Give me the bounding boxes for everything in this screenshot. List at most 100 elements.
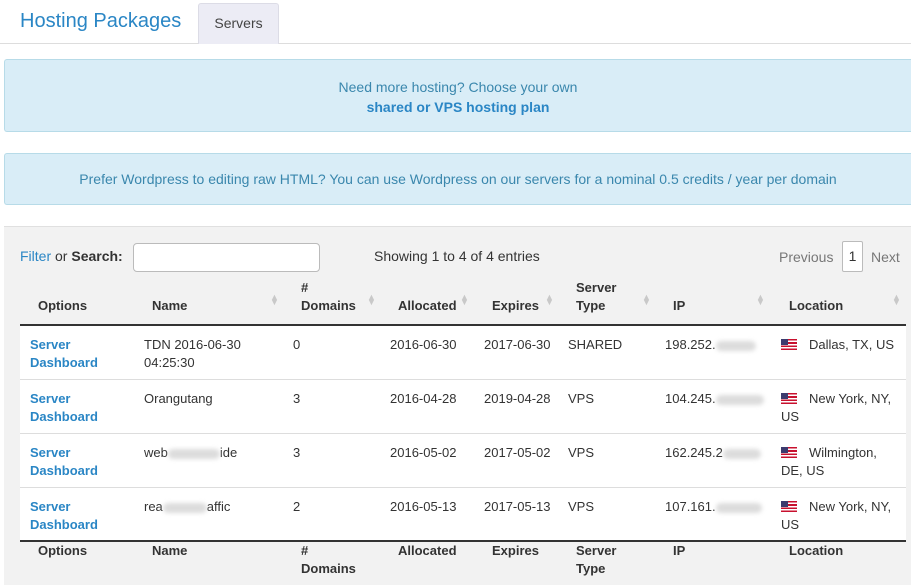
location: New York, NY, US xyxy=(781,390,906,426)
server-link-line2[interactable]: Dashboard xyxy=(30,409,98,424)
server-link-line2[interactable]: Dashboard xyxy=(30,517,98,532)
foot-col-name: Name xyxy=(152,543,188,558)
sort-icon: ▲ ▼ xyxy=(367,292,376,307)
location: New York, NY, US xyxy=(781,498,906,534)
sort-icon: ▲ ▼ xyxy=(545,292,554,307)
alert-text: Need more hosting? Choose your own xyxy=(338,79,578,95)
col-allocated[interactable]: Allocated xyxy=(398,297,457,315)
server-link-line1[interactable]: Server xyxy=(30,499,70,514)
location-line1: Wilmington, xyxy=(809,445,877,460)
hosting-plan-link[interactable]: shared or VPS hosting plan xyxy=(367,99,550,115)
pager-page-1[interactable]: 1 xyxy=(842,241,863,272)
server-dashboard-link[interactable]: Server Dashboard xyxy=(30,390,98,426)
server-dashboard-link[interactable]: Server Dashboard xyxy=(30,444,98,480)
server-name: TDN 2016-06-30 04:25:30 xyxy=(144,336,241,372)
ip-prefix: 162.245.2 xyxy=(665,445,723,460)
server-name-suffix: affic xyxy=(206,499,231,514)
allocated-date: 2016-05-13 xyxy=(390,499,457,514)
ip-address: 107.161. xyxy=(665,498,762,516)
location-line1: Dallas, TX, US xyxy=(809,337,895,352)
page-header: Hosting Packages Servers xyxy=(0,0,911,44)
foot-col-ip: IP xyxy=(673,543,686,558)
location-line2: US xyxy=(781,517,800,532)
server-type: SHARED xyxy=(568,337,623,352)
allocated-date: 2016-06-30 xyxy=(390,337,457,352)
filter-label: Filter or Search: xyxy=(20,248,123,264)
domain-count: 2 xyxy=(293,499,301,514)
server-name-line1: TDN 2016-06-30 xyxy=(144,337,241,352)
col-domains-hash[interactable]: # xyxy=(301,279,308,297)
tab-servers[interactable]: Servers xyxy=(198,3,279,44)
redacted-blur xyxy=(722,448,761,459)
sort-icon: ▲ ▼ xyxy=(460,292,469,307)
domain-count: 3 xyxy=(293,445,301,460)
us-flag-icon xyxy=(781,447,797,458)
wordpress-alert: Prefer Wordpress to editing raw HTML? Yo… xyxy=(4,153,911,205)
pager-next[interactable]: Next xyxy=(871,249,900,265)
entries-info: Showing 1 to 4 of 4 entries xyxy=(374,248,540,264)
col-server-type-1[interactable]: Server xyxy=(576,279,616,297)
server-link-line2[interactable]: Dashboard xyxy=(30,355,98,370)
col-ip[interactable]: IP xyxy=(673,297,685,315)
redacted-blur xyxy=(715,502,762,513)
server-name-prefix: rea xyxy=(144,499,163,514)
location-line1: New York, NY, xyxy=(809,499,892,514)
servers-table-body: Server Dashboard TDN 2016-06-30 04:25:30… xyxy=(20,324,906,542)
server-dashboard-link[interactable]: Server Dashboard xyxy=(30,336,98,372)
server-link-line1[interactable]: Server xyxy=(30,337,70,352)
us-flag-icon xyxy=(781,339,797,350)
foot-col-location: Location xyxy=(789,543,844,558)
servers-table-panel: Filter or Search: Showing 1 to 4 of 4 en… xyxy=(4,226,911,585)
ip-prefix: 104.245. xyxy=(665,391,716,406)
location-line2: US xyxy=(781,409,800,424)
server-link-line1[interactable]: Server xyxy=(30,445,70,460)
ip-address: 162.245.2 xyxy=(665,444,761,462)
search-label: Search: xyxy=(71,248,123,264)
col-domains[interactable]: Domains xyxy=(301,297,356,315)
ip-prefix: 107.161. xyxy=(665,499,716,514)
us-flag-icon xyxy=(781,393,797,404)
sort-icon: ▲ ▼ xyxy=(642,292,651,307)
ip-prefix: 198.252. xyxy=(665,337,716,352)
foot-col-domains: Domains xyxy=(301,561,356,576)
foot-col-server-type-1: Server xyxy=(576,543,617,558)
col-server-type[interactable]: Type xyxy=(576,297,605,315)
pager-previous[interactable]: Previous xyxy=(779,249,833,265)
foot-col-options: Options xyxy=(38,543,88,558)
domain-count: 3 xyxy=(293,391,301,406)
ip-address: 104.245. xyxy=(665,390,764,408)
col-options[interactable]: Options xyxy=(38,297,87,315)
allocated-date: 2016-05-02 xyxy=(390,445,457,460)
expires-date: 2017-06-30 xyxy=(484,337,551,352)
redacted-blur xyxy=(162,502,207,513)
redacted-blur xyxy=(167,448,220,459)
page-title: Hosting Packages xyxy=(20,10,182,32)
sort-icon: ▲ ▼ xyxy=(270,292,279,307)
expires-date: 2017-05-13 xyxy=(484,499,551,514)
server-name: web ide xyxy=(144,444,237,462)
domain-count: 0 xyxy=(293,337,301,352)
server-link-line1[interactable]: Server xyxy=(30,391,70,406)
server-link-line2[interactable]: Dashboard xyxy=(30,463,98,478)
table-row: Server Dashboard rea affic 2 2016-05-13 2… xyxy=(20,488,906,542)
server-dashboard-link[interactable]: Server Dashboard xyxy=(30,498,98,534)
location-line2: DE, US xyxy=(781,463,825,478)
redacted-blur xyxy=(715,340,756,351)
server-name-line2: 04:25:30 xyxy=(144,355,195,370)
server-type: VPS xyxy=(568,445,595,460)
search-input[interactable] xyxy=(133,243,320,272)
location: Dallas, TX, US xyxy=(781,336,906,354)
hosting-plan-alert: Need more hosting? Choose your own share… xyxy=(4,59,911,132)
redacted-blur xyxy=(715,394,764,405)
foot-col-expires: Expires xyxy=(492,543,539,558)
filter-link[interactable]: Filter xyxy=(20,248,51,264)
table-row: Server Dashboard Orangutang 3 2016-04-28… xyxy=(20,380,906,434)
col-expires[interactable]: Expires xyxy=(492,297,539,315)
location: Wilmington, DE, US xyxy=(781,444,906,480)
server-type: VPS xyxy=(568,391,595,406)
foot-col-allocated: Allocated xyxy=(398,543,457,558)
server-name-line1: Orangutang xyxy=(144,391,213,406)
col-name[interactable]: Name xyxy=(152,297,187,315)
col-location[interactable]: Location xyxy=(789,297,843,315)
server-name-prefix: web xyxy=(144,445,168,460)
